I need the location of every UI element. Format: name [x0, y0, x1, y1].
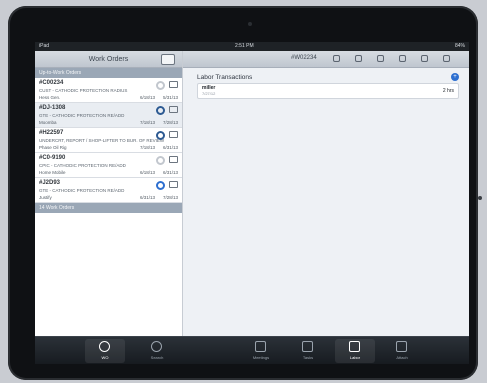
detail-icon[interactable] [169, 131, 178, 138]
status-bar: iPad 2:51 PM 84% [35, 42, 469, 51]
detail-icon[interactable] [169, 106, 178, 113]
camera [248, 22, 252, 26]
work-order-item[interactable]: #J2D93 GTE - CATHODIC PROTECTION RE/ADD … [35, 178, 182, 203]
wo-location: Phase Oil Rig [39, 145, 67, 150]
tab-search[interactable]: Search [137, 339, 177, 363]
battery: 84% [454, 43, 465, 49]
tab-label: Attach [396, 355, 408, 360]
tab-label: Search [150, 355, 164, 360]
tab-wo[interactable]: WO [85, 339, 125, 363]
bottom-tab-bar: WO Search Meetings Tasks Labor Attach [35, 336, 469, 364]
detail-pane: #W02234 Labor Transactions + miller 7/27… [183, 51, 469, 336]
attach-icon [396, 341, 407, 352]
tab-meetings[interactable]: Meetings [241, 339, 281, 363]
wo-date2: 6/31/13 [162, 145, 178, 150]
wo-date2: 6/31/13 [162, 170, 178, 175]
wo-location: Justify [39, 195, 52, 200]
wo-icon [99, 341, 110, 352]
work-order-item[interactable]: #C0-9190 CPIC - CATHODIC PROTECTION RE/A… [35, 153, 182, 178]
ipad-frame: iPad 2:51 PM 84% Work Orders Up-to-Work … [8, 6, 482, 380]
labor-date: 7/27/12 [202, 91, 216, 96]
labor-transaction-row[interactable]: miller 7/27/12 2 hrs [197, 83, 459, 99]
pending-icon [156, 81, 165, 90]
tab-label: WO [101, 355, 109, 360]
active-icon [156, 181, 165, 190]
edit-icon[interactable] [333, 55, 340, 62]
progress-icon [156, 131, 165, 140]
add-icon[interactable] [443, 55, 450, 62]
calendar-icon[interactable] [355, 55, 362, 62]
wo-date1: 7/18/13 [139, 120, 155, 125]
tab-labor[interactable]: Labor [335, 339, 375, 363]
wo-location: Hess Gen. [39, 95, 61, 100]
pending-icon [156, 156, 165, 165]
wo-date2: 5/31/13 [162, 95, 178, 100]
labor-transactions-title: Labor Transactions [197, 74, 253, 81]
wo-location: Home Mobile [39, 170, 66, 175]
wo-date1: 6/18/13 [139, 170, 155, 175]
tab-label: Labor [349, 355, 361, 360]
detail-icon[interactable] [169, 81, 178, 88]
work-order-item[interactable]: #DJ-1308 GTE - CATHODIC PROTECTION RE/AD… [35, 103, 182, 128]
tab-label: Tasks [302, 355, 314, 360]
refresh-icon[interactable] [421, 55, 428, 62]
settings-icon[interactable] [399, 55, 406, 62]
work-orders-pane: Work Orders Up-to-Work Orders #C00234 CU… [35, 51, 183, 336]
group-header-bottom: 14 Work Orders [35, 203, 182, 213]
work-order-item[interactable]: #C00234 CUST - CATHODIC PROTECTION RADIU… [35, 78, 182, 103]
wo-date2: 7/28/13 [162, 195, 178, 200]
progress-icon [156, 106, 165, 115]
group-header-top: Up-to-Work Orders [35, 68, 182, 78]
home-button[interactable] [478, 196, 482, 200]
detail-wo-number: #W02234 [291, 55, 317, 61]
print-icon[interactable] [377, 55, 384, 62]
app-screen: iPad 2:51 PM 84% Work Orders Up-to-Work … [35, 42, 469, 364]
wo-date1: 7/18/13 [139, 145, 155, 150]
detail-icon[interactable] [169, 156, 178, 163]
wo-date1: 6/18/13 [139, 95, 155, 100]
work-order-item[interactable]: #H22597 UNDERCRT, REPORT / SHOP-LIFTER T… [35, 128, 182, 153]
carrier: iPad [39, 43, 50, 49]
tab-label: Meetings [252, 355, 270, 360]
tasks-icon [302, 341, 313, 352]
search-icon [151, 341, 162, 352]
filter-button[interactable] [161, 54, 175, 65]
calendar-icon [255, 341, 266, 352]
detail-icon[interactable] [169, 181, 178, 188]
tab-attach[interactable]: Attach [382, 339, 422, 363]
wo-date2: 7/28/13 [162, 120, 178, 125]
work-orders-header: Work Orders [35, 51, 182, 68]
detail-toolbar: #W02234 [183, 51, 469, 68]
work-orders-title: Work Orders [88, 55, 129, 63]
wo-location: Moomba [39, 120, 57, 125]
labor-icon [349, 341, 360, 352]
clock: 2:51 PM [235, 43, 254, 49]
tab-tasks[interactable]: Tasks [288, 339, 328, 363]
wo-date1: 6/31/13 [139, 195, 155, 200]
add-labor-button[interactable]: + [451, 73, 459, 81]
labor-hours: 2 hrs [442, 88, 454, 94]
